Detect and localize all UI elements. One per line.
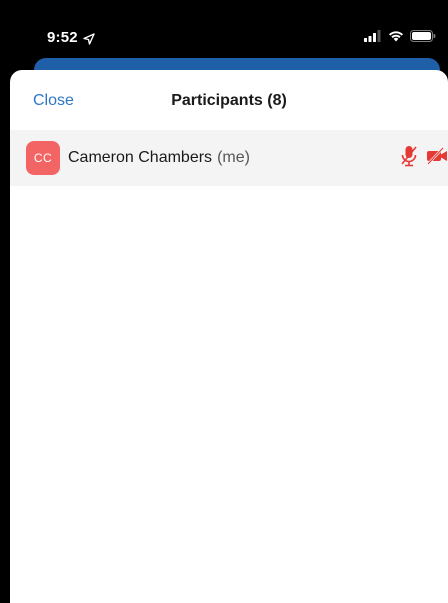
status-time: 9:52 <box>47 29 95 46</box>
status-time-text: 9:52 <box>47 29 78 46</box>
microphone-muted-icon <box>400 145 418 172</box>
participant-name: Cameron Chambers <box>68 149 213 166</box>
participant-status-icons <box>400 130 448 186</box>
participant-row[interactable]: CC Cameron Chambers (me) <box>10 130 448 186</box>
sheet-title: Participants (8) <box>171 92 287 109</box>
video-off-icon <box>426 146 448 170</box>
status-right <box>364 29 436 47</box>
avatar: CC <box>26 141 60 175</box>
battery-icon <box>410 29 436 47</box>
status-bar: 9:52 <box>0 12 448 58</box>
cellular-signal-icon <box>364 29 382 47</box>
participant-self-tag: (me) <box>217 149 250 166</box>
location-arrow-icon <box>83 32 95 45</box>
phone-screen: 9:52 Close Participants (8) CC Cameron C… <box>0 0 448 603</box>
participants-sheet: Close Participants (8) CC Cameron Chambe… <box>10 70 448 603</box>
wifi-icon <box>388 29 404 47</box>
sheet-header: Close Participants (8) <box>10 70 448 130</box>
